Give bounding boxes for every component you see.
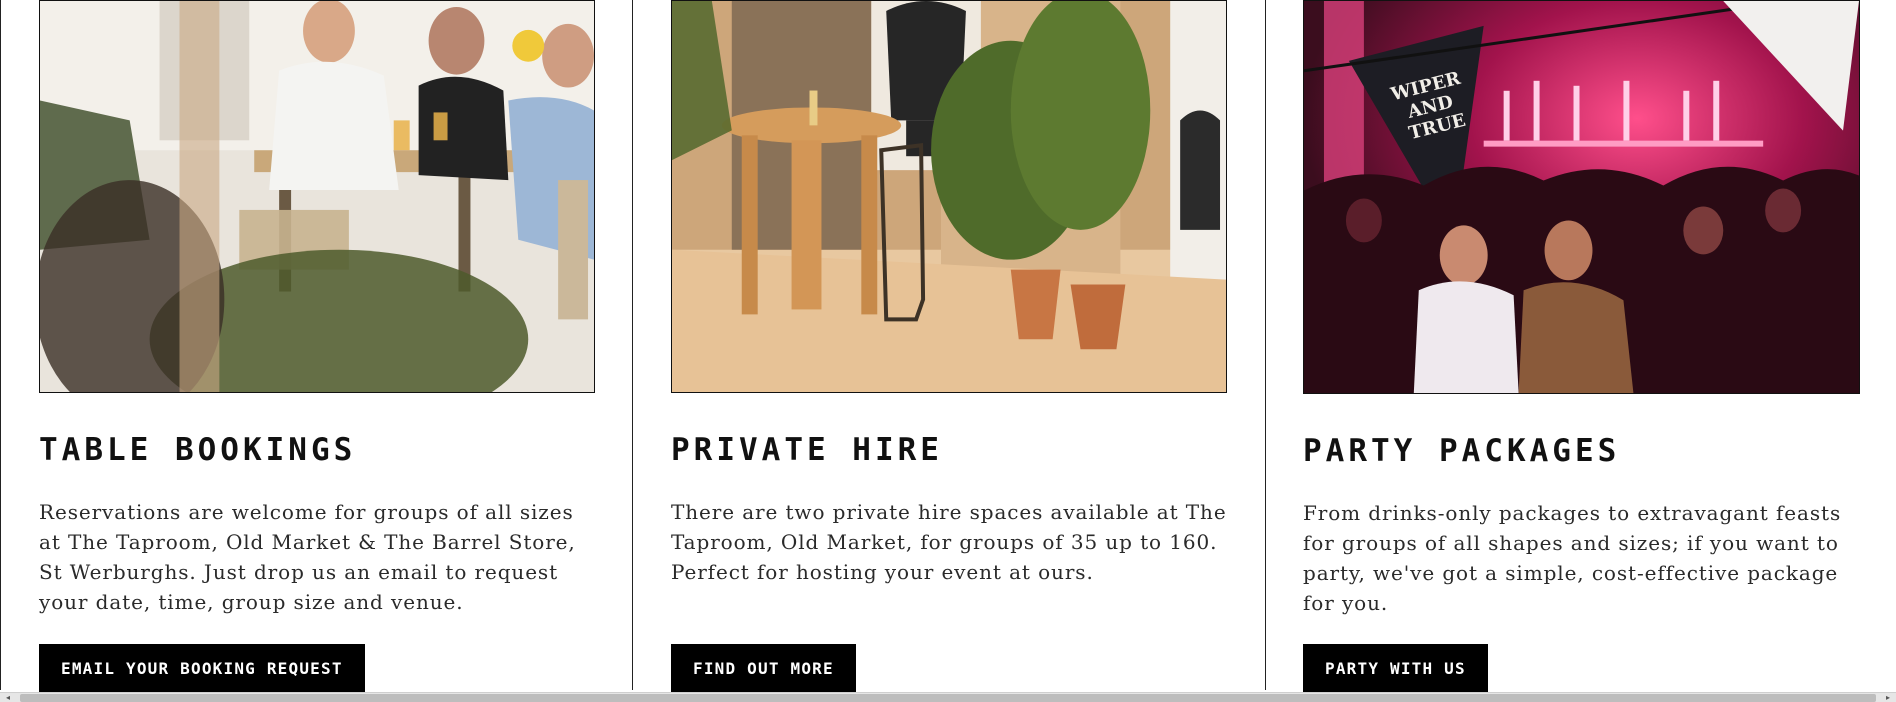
horizontal-scrollbar[interactable]: ◂ ▸ [0, 692, 1896, 702]
page: TABLE BOOKINGS Reservations are welcome … [0, 0, 1896, 702]
scroll-right-arrow-icon[interactable]: ▸ [1882, 693, 1894, 702]
card-description: Reservations are welcome for groups of a… [39, 500, 576, 614]
card-description: From drinks-only packages to extravagant… [1303, 501, 1842, 615]
party-packages-photo: WIPER AND TRUE [1303, 0, 1860, 394]
card-title: TABLE BOOKINGS [39, 432, 357, 468]
column-divider [632, 0, 633, 690]
email-booking-request-button[interactable]: EMAIL YOUR BOOKING REQUEST [39, 644, 365, 692]
scrollbar-thumb[interactable] [20, 694, 1876, 702]
party-with-us-button[interactable]: PARTY WITH US [1303, 644, 1488, 692]
table-bookings-photo [39, 0, 595, 393]
find-out-more-button[interactable]: FIND OUT MORE [671, 644, 856, 692]
private-hire-photo [671, 0, 1227, 393]
photo-table-and-plants-icon [672, 1, 1226, 392]
photo-party-crowd-icon: WIPER AND TRUE [1304, 1, 1859, 393]
photo-people-at-table-icon [40, 1, 594, 392]
card-description: There are two private hire spaces availa… [671, 500, 1227, 584]
column-divider [1265, 0, 1266, 690]
card-title: PRIVATE HIRE [671, 432, 943, 468]
card-title: PARTY PACKAGES [1303, 433, 1621, 469]
column-divider [0, 0, 1, 690]
scroll-left-arrow-icon[interactable]: ◂ [2, 693, 14, 702]
